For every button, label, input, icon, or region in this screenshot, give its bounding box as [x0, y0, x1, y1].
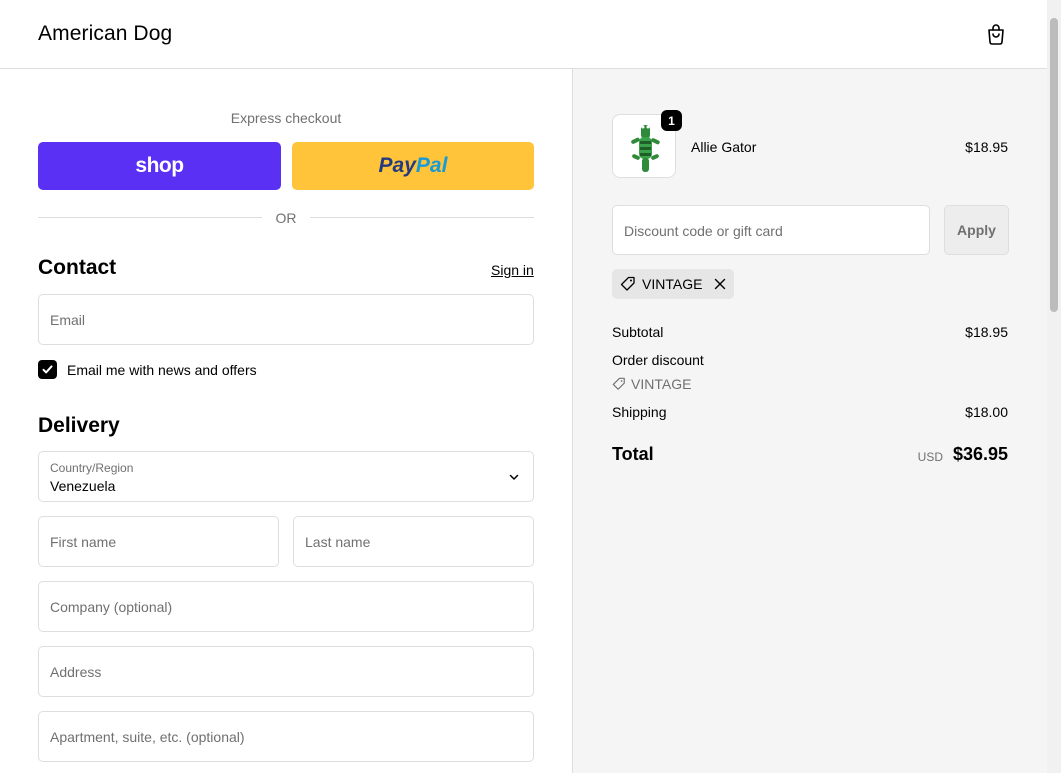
or-text: OR — [275, 210, 297, 226]
checkout-form-panel: Express checkout shop Pay Pal OR Contact … — [0, 69, 572, 773]
shopping-bag-icon[interactable] — [984, 22, 1008, 46]
chevron-down-icon — [509, 474, 519, 480]
country-label: Country/Region — [50, 461, 134, 475]
contact-heading: Contact — [38, 256, 117, 279]
scrollbar-thumb[interactable] — [1050, 18, 1058, 312]
country-select[interactable]: Country/Region Venezuela — [38, 451, 534, 502]
shipping-value: $18.00 — [965, 404, 1008, 420]
page-scrollbar[interactable] — [1047, 0, 1061, 773]
newsletter-label: Email me with news and offers — [67, 362, 257, 378]
subtotal-label: Subtotal — [612, 324, 664, 340]
discount-code-input[interactable]: Discount code or gift card — [612, 205, 930, 255]
order-discount-code: VINTAGE — [631, 376, 692, 392]
applied-discount-chip: VINTAGE — [612, 269, 735, 299]
company-field[interactable]: Company (optional) — [38, 581, 534, 632]
checkout-header: American Dog — [0, 0, 1047, 69]
newsletter-checkbox[interactable] — [38, 360, 57, 379]
order-summary-panel: 1 Allie Gator $18.95 Discount code or gi… — [572, 69, 1047, 773]
country-value: Venezuela — [50, 478, 116, 494]
apply-discount-button[interactable]: Apply — [944, 205, 1009, 255]
or-divider: OR — [38, 209, 534, 227]
order-discount-tag: VINTAGE — [612, 376, 691, 392]
company-placeholder: Company (optional) — [50, 599, 173, 615]
total-label: Total — [612, 444, 654, 464]
address-field[interactable]: Address — [38, 646, 534, 697]
tag-icon — [612, 377, 625, 390]
address-placeholder: Address — [50, 664, 102, 680]
sign-in-link[interactable]: Sign in — [491, 262, 534, 278]
apartment-field[interactable]: Apartment, suite, etc. (optional) — [38, 711, 534, 762]
shipping-label: Shipping — [612, 404, 667, 420]
product-name: Allie Gator — [691, 139, 757, 155]
email-field[interactable]: Email — [38, 294, 534, 345]
apartment-placeholder: Apartment, suite, etc. (optional) — [50, 729, 245, 745]
delivery-heading: Delivery — [38, 414, 120, 437]
applied-discount-code: VINTAGE — [642, 276, 703, 292]
last-name-placeholder: Last name — [305, 534, 371, 550]
express-checkout-label: Express checkout — [230, 110, 342, 126]
discount-placeholder: Discount code or gift card — [624, 223, 783, 239]
subtotal-value: $18.95 — [965, 324, 1008, 340]
paypal-button[interactable]: Pay Pal — [292, 142, 534, 190]
checkmark-icon — [42, 365, 53, 374]
divider-line-right — [310, 217, 534, 218]
shop-pay-button[interactable]: shop — [38, 142, 281, 190]
product-price: $18.95 — [965, 139, 1008, 155]
quantity-badge: 1 — [661, 110, 682, 131]
last-name-field[interactable]: Last name — [293, 516, 534, 567]
first-name-field[interactable]: First name — [38, 516, 279, 567]
email-placeholder: Email — [50, 312, 86, 328]
total-value: $36.95 — [952, 444, 1008, 464]
total-currency: USD — [917, 450, 943, 464]
first-name-placeholder: First name — [50, 534, 117, 550]
shop-pay-logo: shop — [135, 154, 184, 177]
order-discount-label: Order discount — [612, 352, 704, 368]
paypal-logo-part2: Pal — [415, 154, 448, 177]
remove-discount-icon[interactable] — [714, 278, 726, 290]
tag-icon — [620, 276, 635, 291]
paypal-logo-part1: Pay — [378, 154, 416, 177]
store-name[interactable]: American Dog — [38, 22, 172, 46]
